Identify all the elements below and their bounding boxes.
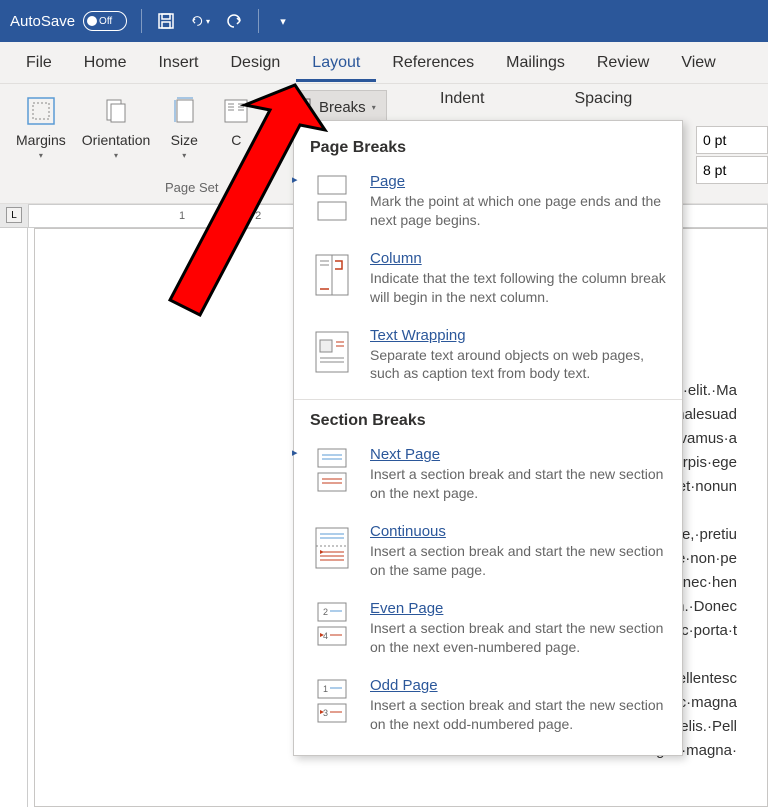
option-title: Next Page xyxy=(370,446,666,463)
autosave-toggle[interactable]: Off xyxy=(83,11,127,31)
option-desc: Mark the point at which one page ends an… xyxy=(370,192,666,230)
tab-selector[interactable]: L xyxy=(6,207,22,223)
next-page-icon xyxy=(310,446,354,496)
breaks-option-page[interactable]: ▸ Page Mark the point at which one page … xyxy=(294,163,682,240)
tab-references[interactable]: References xyxy=(376,44,490,82)
breaks-option-even-page[interactable]: 24 Even Page Insert a section break and … xyxy=(294,590,682,667)
spacing-before-field[interactable]: 0 pt xyxy=(696,126,768,154)
redo-icon[interactable] xyxy=(224,11,244,31)
breaks-option-column[interactable]: Column Indicate that the text following … xyxy=(294,240,682,317)
tab-file[interactable]: File xyxy=(10,44,68,82)
size-icon xyxy=(166,93,202,129)
size-label: Size xyxy=(171,132,198,148)
column-break-icon xyxy=(310,250,354,300)
breaks-label: Breaks xyxy=(319,99,366,116)
option-title: Continuous xyxy=(370,523,666,540)
chevron-down-icon: ▾ xyxy=(39,151,43,160)
undo-icon[interactable]: ▾ xyxy=(190,11,210,31)
toggle-state: Off xyxy=(99,16,112,27)
ruler-mark: 1 xyxy=(179,210,185,222)
chevron-down-icon: ▾ xyxy=(182,151,186,160)
autosave-control[interactable]: AutoSave Off xyxy=(10,11,127,31)
even-page-icon: 24 xyxy=(310,600,354,650)
margins-icon xyxy=(23,93,59,129)
columns-label: C xyxy=(231,132,241,148)
tab-design[interactable]: Design xyxy=(214,44,296,82)
option-title: Page xyxy=(370,173,666,190)
option-title: Even Page xyxy=(370,600,666,617)
breaks-icon xyxy=(293,97,313,117)
option-desc: Insert a section break and start the new… xyxy=(370,619,666,657)
option-desc: Insert a section break and start the new… xyxy=(370,696,666,734)
indent-spacing-headers: Indent Spacing xyxy=(440,90,632,108)
columns-button[interactable]: C xyxy=(210,89,262,152)
svg-text:1: 1 xyxy=(323,684,328,694)
section-breaks-header: Section Breaks xyxy=(294,406,682,436)
spacing-after-field[interactable]: 8 pt xyxy=(696,156,768,184)
svg-text:4: 4 xyxy=(323,631,328,641)
autosave-label: AutoSave xyxy=(10,13,75,30)
chevron-down-icon: ▾ xyxy=(114,151,118,160)
continuous-icon xyxy=(310,523,354,573)
breaks-option-odd-page[interactable]: 13 Odd Page Insert a section break and s… xyxy=(294,667,682,744)
orientation-button[interactable]: Orientation ▾ xyxy=(74,89,158,164)
tab-review[interactable]: Review xyxy=(581,44,665,82)
save-icon[interactable] xyxy=(156,11,176,31)
ribbon-tabs: File Home Insert Design Layout Reference… xyxy=(0,42,768,84)
option-desc: Insert a section break and start the new… xyxy=(370,465,666,503)
breaks-option-continuous[interactable]: Continuous Insert a section break and st… xyxy=(294,513,682,590)
text-wrapping-icon xyxy=(310,327,354,377)
page-setup-group-label: Page Set xyxy=(165,176,219,199)
tab-mailings[interactable]: Mailings xyxy=(490,44,581,82)
divider xyxy=(258,9,259,33)
tab-home[interactable]: Home xyxy=(68,44,143,82)
page-break-icon xyxy=(310,173,354,223)
option-desc: Separate text around objects on web page… xyxy=(370,346,666,384)
svg-text:2: 2 xyxy=(323,607,328,617)
breaks-dropdown: Page Breaks ▸ Page Mark the point at whi… xyxy=(293,120,683,756)
tab-insert[interactable]: Insert xyxy=(142,44,214,82)
orientation-label: Orientation xyxy=(82,132,150,148)
breaks-option-next-page[interactable]: ▸ Next Page Insert a section break and s… xyxy=(294,436,682,513)
toggle-knob xyxy=(87,16,97,26)
indent-label: Indent xyxy=(440,90,484,108)
chevron-down-icon: ▾ xyxy=(372,103,376,112)
orientation-icon xyxy=(98,93,134,129)
tab-view[interactable]: View xyxy=(665,44,731,82)
page-breaks-header: Page Breaks xyxy=(294,133,682,163)
margins-button[interactable]: Margins ▾ xyxy=(8,89,74,164)
svg-text:3: 3 xyxy=(323,708,328,718)
ruler-mark: 2 xyxy=(255,210,261,222)
odd-page-icon: 13 xyxy=(310,677,354,727)
option-desc: Indicate that the text following the col… xyxy=(370,269,666,307)
margins-label: Margins xyxy=(16,132,66,148)
titlebar: AutoSave Off ▾ ▾ xyxy=(0,0,768,42)
columns-icon xyxy=(218,93,254,129)
current-marker-icon: ▸ xyxy=(292,173,298,186)
option-desc: Insert a section break and start the new… xyxy=(370,542,666,580)
divider xyxy=(294,399,682,400)
option-title: Column xyxy=(370,250,666,267)
option-title: Text Wrapping xyxy=(370,327,666,344)
ruler-vertical[interactable] xyxy=(0,228,28,807)
breaks-button[interactable]: Breaks ▾ xyxy=(282,90,387,124)
spacing-label: Spacing xyxy=(574,90,632,108)
spacing-fields: 0 pt 8 pt xyxy=(696,126,768,184)
divider xyxy=(141,9,142,33)
customize-qat-icon[interactable]: ▾ xyxy=(273,11,293,31)
current-marker-icon: ▸ xyxy=(292,446,298,459)
tab-layout[interactable]: Layout xyxy=(296,44,376,82)
size-button[interactable]: Size ▾ xyxy=(158,89,210,164)
breaks-option-text-wrapping[interactable]: Text Wrapping Separate text around objec… xyxy=(294,317,682,394)
option-title: Odd Page xyxy=(370,677,666,694)
